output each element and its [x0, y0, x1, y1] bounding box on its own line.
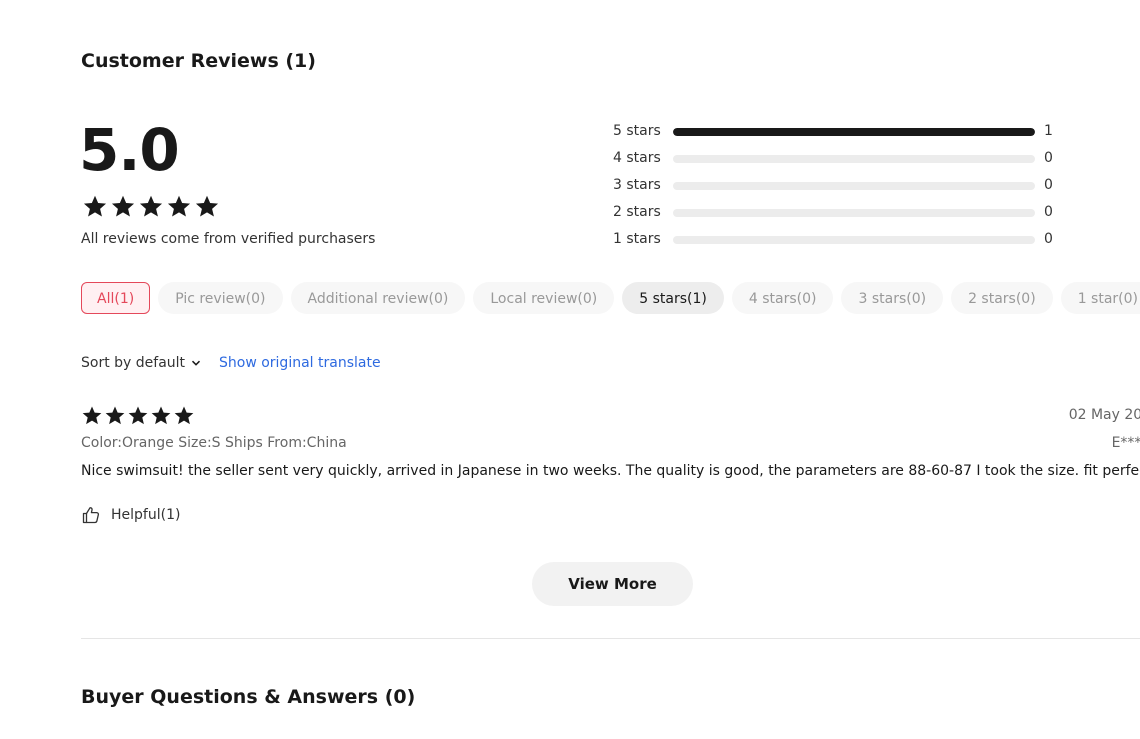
filter-4-stars[interactable]: 4 stars(0): [731, 282, 834, 314]
questions-answers-title: Buyer Questions & Answers (0): [81, 686, 416, 708]
distribution-row: 5 stars 1: [613, 122, 1133, 149]
verified-note: All reviews come from verified purchaser…: [81, 231, 376, 247]
star-icon: [83, 195, 107, 217]
filter-5-stars[interactable]: 5 stars(1): [622, 282, 724, 314]
chevron-down-icon: [192, 360, 201, 366]
review-product-meta: Color:Orange Size:S Ships From:China: [81, 435, 347, 451]
star-icon: [167, 195, 191, 217]
filter-2-stars[interactable]: 2 stars(0): [951, 282, 1053, 314]
distribution-count: 0: [1044, 231, 1053, 247]
distribution-label: 2 stars: [613, 204, 661, 220]
filter-3-stars[interactable]: 3 stars(0): [841, 282, 944, 314]
distribution-bar: [673, 128, 1035, 136]
star-icon: [195, 195, 219, 217]
distribution-row: 4 stars 0: [613, 149, 1133, 176]
average-stars: [82, 194, 220, 220]
reviews-title: Customer Reviews (1): [81, 50, 316, 72]
helpful-button[interactable]: Helpful(1): [81, 505, 180, 525]
distribution-bar: [673, 155, 1035, 163]
review-text: Nice swimsuit! the seller sent very quic…: [81, 463, 1140, 479]
distribution-count: 0: [1044, 204, 1053, 220]
review-stars: [81, 405, 195, 427]
distribution-label: 1 stars: [613, 231, 661, 247]
star-icon: [128, 406, 148, 425]
distribution-bar: [673, 182, 1035, 190]
distribution-count: 0: [1044, 150, 1053, 166]
rating-distribution: 5 stars 1 4 stars 0 3 stars 0 2 stars 0 …: [613, 122, 1133, 257]
distribution-count: 0: [1044, 177, 1053, 193]
sort-dropdown[interactable]: Sort by default: [81, 355, 201, 371]
review-filters: All(1) Pic review(0) Additional review(0…: [81, 282, 1140, 314]
helpful-label: Helpful(1): [111, 507, 181, 523]
review-date: 02 May 2023: [1068, 407, 1140, 423]
filter-1-star[interactable]: 1 star(0): [1060, 282, 1140, 314]
distribution-row: 1 stars 0: [613, 230, 1133, 257]
distribution-bar-fill: [673, 128, 1035, 136]
review-item: 02 May 2023 Color:Orange Size:S Ships Fr…: [81, 405, 1140, 535]
filter-additional-review[interactable]: Additional review(0): [290, 282, 466, 314]
distribution-row: 2 stars 0: [613, 203, 1133, 230]
thumbs-up-icon: [82, 507, 100, 524]
distribution-label: 3 stars: [613, 177, 661, 193]
distribution-count: 1: [1044, 123, 1053, 139]
star-icon: [111, 195, 135, 217]
star-icon: [105, 406, 125, 425]
distribution-label: 5 stars: [613, 123, 661, 139]
star-icon: [174, 406, 194, 425]
reviews-page: Customer Reviews (1) 5.0 All reviews com…: [0, 0, 1140, 739]
filter-local-review[interactable]: Local review(0): [473, 282, 615, 314]
review-author: E***a: [1111, 435, 1140, 451]
distribution-bar: [673, 209, 1035, 217]
star-icon: [151, 406, 171, 425]
distribution-bar: [673, 236, 1035, 244]
star-icon: [82, 406, 102, 425]
sort-label: Sort by default: [81, 355, 186, 371]
filter-pic-review[interactable]: Pic review(0): [158, 282, 283, 314]
filter-all[interactable]: All(1): [81, 282, 151, 314]
distribution-label: 4 stars: [613, 150, 661, 166]
average-rating: 5.0: [79, 116, 180, 184]
star-icon: [139, 195, 163, 217]
section-divider: [81, 638, 1140, 639]
show-original-translate-link[interactable]: Show original translate: [219, 355, 381, 371]
distribution-row: 3 stars 0: [613, 176, 1133, 203]
view-more-button[interactable]: View More: [532, 562, 693, 606]
